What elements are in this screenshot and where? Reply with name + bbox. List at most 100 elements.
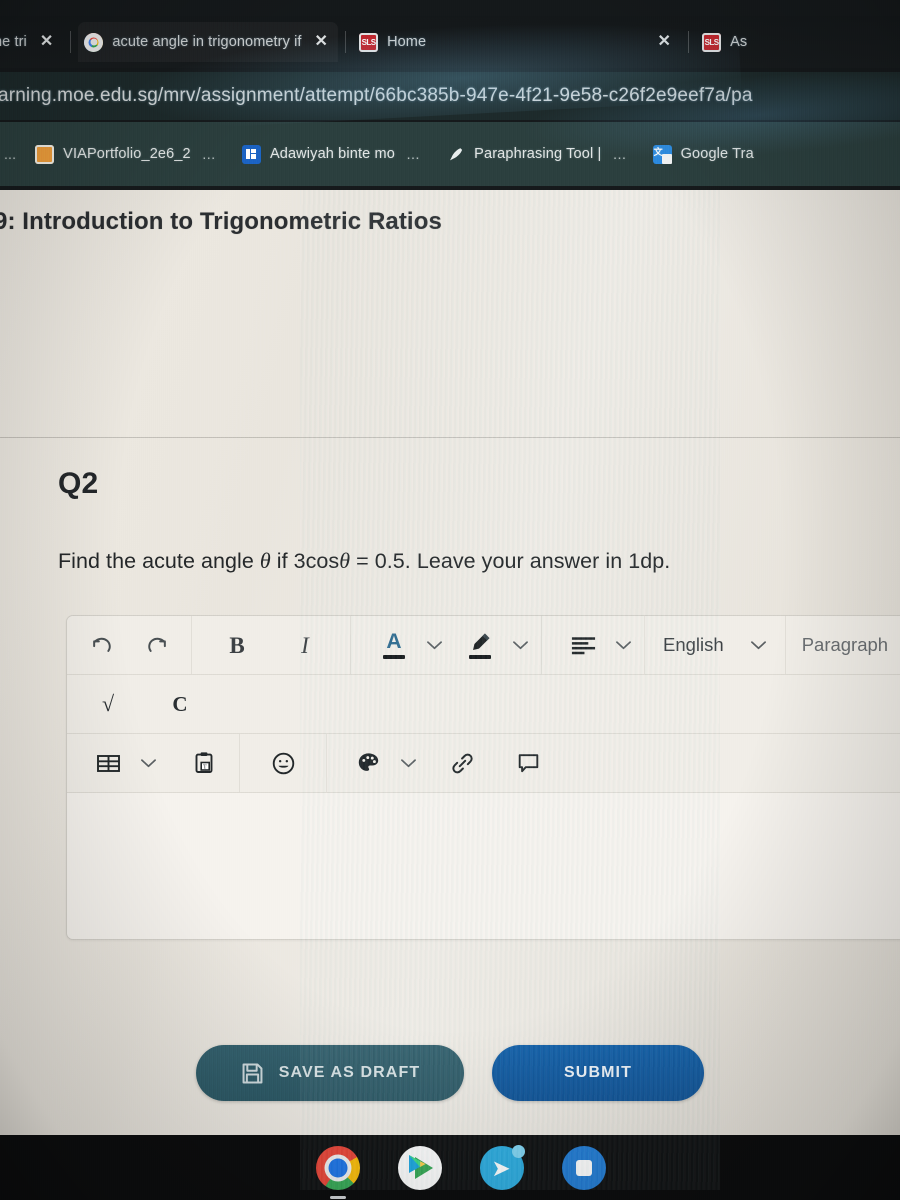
- active-app-indicator: [330, 1195, 346, 1199]
- tab-close-icon[interactable]: ✕: [654, 34, 676, 50]
- table-chevron-down-icon[interactable]: [135, 741, 161, 785]
- browser-tab-1[interactable]: he tri ✕: [0, 22, 63, 62]
- bookmark-google-translate[interactable]: 文 Google Tra: [640, 144, 767, 164]
- submit-button[interactable]: SUBMIT: [492, 1045, 704, 1101]
- style-group: B I: [192, 616, 351, 674]
- table-icon[interactable]: [81, 741, 135, 785]
- section-divider: [0, 437, 900, 438]
- redo-icon[interactable]: [129, 623, 183, 667]
- tab-title: he tri: [0, 34, 27, 50]
- google-translate-icon: 文: [652, 144, 672, 164]
- editor-toolbar-row-2: √ C: [67, 675, 900, 734]
- action-bar: SAVE AS DRAFT SUBMIT: [0, 1045, 900, 1101]
- folder-icon: [35, 144, 55, 164]
- ellipsis: …: [612, 146, 627, 162]
- browser-tab-2-active[interactable]: acute angle in trigonometry if ✕: [78, 22, 339, 62]
- color-group: A: [351, 616, 542, 674]
- paste-as-text-icon[interactable]: T: [177, 741, 231, 785]
- tab-close-icon[interactable]: ✕: [311, 34, 333, 50]
- palette-icon[interactable]: [341, 741, 395, 785]
- question-prefix: Find the acute angle: [58, 549, 260, 573]
- question-mid: if 3cos: [270, 549, 340, 573]
- language-chevron-down-icon[interactable]: [750, 639, 767, 651]
- text-color-letter: A: [386, 630, 402, 653]
- screen-photo: he tri ✕ acute angle in trigonometry if …: [0, 0, 900, 1200]
- text-color-icon[interactable]: A: [367, 623, 421, 667]
- tab-divider: [688, 31, 690, 53]
- browser-tab-4[interactable]: SLS As: [696, 22, 753, 62]
- bookmark-label: VIAPortfolio_2e6_2: [63, 146, 191, 162]
- bookmark-paraphrasing-tool[interactable]: Paraphrasing Tool | …: [433, 145, 639, 164]
- app-glyph: [576, 1159, 592, 1176]
- tab-strip: he tri ✕ acute angle in trigonometry if …: [0, 16, 900, 68]
- telegram-icon[interactable]: ➤: [480, 1144, 525, 1190]
- tab-title: Home: [387, 34, 427, 50]
- tab-divider: [345, 31, 347, 53]
- history-group: [67, 616, 192, 674]
- block-format-dropdown[interactable]: Paragraph: [788, 623, 900, 667]
- block-format-value: Paragraph: [801, 634, 889, 655]
- editor-toolbar-row-1: B I A English Paragraph: [67, 616, 900, 675]
- bold-button[interactable]: B: [210, 623, 264, 667]
- theta-symbol-1: θ: [259, 548, 271, 573]
- save-as-draft-button[interactable]: SAVE AS DRAFT: [196, 1045, 464, 1101]
- question-suffix: = 0.5. Leave your answer in 1dp.: [350, 549, 671, 573]
- bookmark-overflow-label: ...: [4, 146, 17, 162]
- bookmark-label: Adawiyah binte mo: [269, 146, 396, 162]
- os-taskbar: ➤: [0, 1135, 900, 1200]
- bookmark-viaportfolio[interactable]: VIAPortfolio_2e6_2 …: [22, 144, 229, 164]
- save-as-draft-label: SAVE AS DRAFT: [278, 1064, 421, 1081]
- comment-icon[interactable]: [501, 741, 555, 785]
- bookmark-adawiyah[interactable]: Adawiyah binte mo …: [229, 144, 433, 164]
- browser-chrome: he tri ✕ acute angle in trigonometry if …: [0, 0, 900, 190]
- quill-icon: [446, 145, 465, 164]
- ellipsis: …: [201, 146, 216, 162]
- align-left-icon[interactable]: [556, 623, 610, 667]
- google-icon: [84, 32, 104, 52]
- math-group: √ C: [67, 675, 215, 733]
- text-color-swatch: [383, 655, 405, 659]
- block-format-group: Paragraph: [786, 616, 900, 674]
- tab-close-icon[interactable]: ✕: [36, 34, 58, 50]
- answer-input[interactable]: [67, 793, 900, 939]
- answer-editor[interactable]: B I A English Paragraph √ C T: [66, 615, 900, 940]
- sharepoint-icon: [241, 144, 261, 164]
- bookmarks-bar: ... VIAPortfolio_2e6_2 … Adawiyah binte …: [0, 122, 900, 186]
- language-group: English: [645, 616, 786, 674]
- palette-chevron-down-icon[interactable]: [395, 741, 421, 785]
- table-group: T: [67, 734, 240, 792]
- italic-button[interactable]: I: [278, 623, 332, 667]
- language-dropdown[interactable]: English: [649, 623, 777, 667]
- notification-badge: [512, 1144, 525, 1158]
- blue-app-icon[interactable]: [562, 1145, 606, 1190]
- url-text: arning.moe.edu.sg/mrv/assignment/attempt…: [0, 85, 753, 106]
- question-number: Q2: [58, 467, 99, 500]
- emoji-icon[interactable]: [256, 741, 310, 785]
- align-chevron-down-icon[interactable]: [610, 623, 636, 667]
- sls-icon: SLS: [359, 32, 379, 52]
- tab-divider: [70, 31, 72, 53]
- browser-tab-3[interactable]: SLS Home ✕: [353, 22, 681, 62]
- bookmark-item[interactable]: ...: [0, 146, 22, 162]
- ellipsis: …: [406, 146, 421, 162]
- page-content: 9: Introduction to Trigonometric Ratios …: [0, 190, 900, 1135]
- question-text: Find the acute angle θ if 3cosθ = 0.5. L…: [58, 548, 670, 574]
- language-value: English: [663, 634, 724, 655]
- submit-label: SUBMIT: [564, 1064, 632, 1081]
- special-character-button[interactable]: C: [153, 682, 207, 726]
- insert-group: [327, 734, 563, 792]
- highlight-chevron-down-icon[interactable]: [507, 623, 533, 667]
- play-store-icon[interactable]: [398, 1145, 442, 1190]
- editor-toolbar-row-3: T: [67, 734, 900, 793]
- tab-title: As: [730, 34, 748, 50]
- paper-plane-glyph: ➤: [491, 1155, 511, 1181]
- svg-text:T: T: [203, 765, 207, 771]
- text-color-chevron-down-icon[interactable]: [421, 623, 447, 667]
- chrome-icon[interactable]: [316, 1145, 360, 1199]
- sls-icon: SLS: [702, 32, 722, 52]
- link-icon[interactable]: [435, 741, 489, 785]
- highlight-pen-icon[interactable]: [453, 623, 507, 667]
- math-sqrt-button[interactable]: √: [81, 682, 135, 726]
- omnibox[interactable]: arning.moe.edu.sg/mrv/assignment/attempt…: [0, 72, 900, 120]
- undo-icon[interactable]: [75, 623, 129, 667]
